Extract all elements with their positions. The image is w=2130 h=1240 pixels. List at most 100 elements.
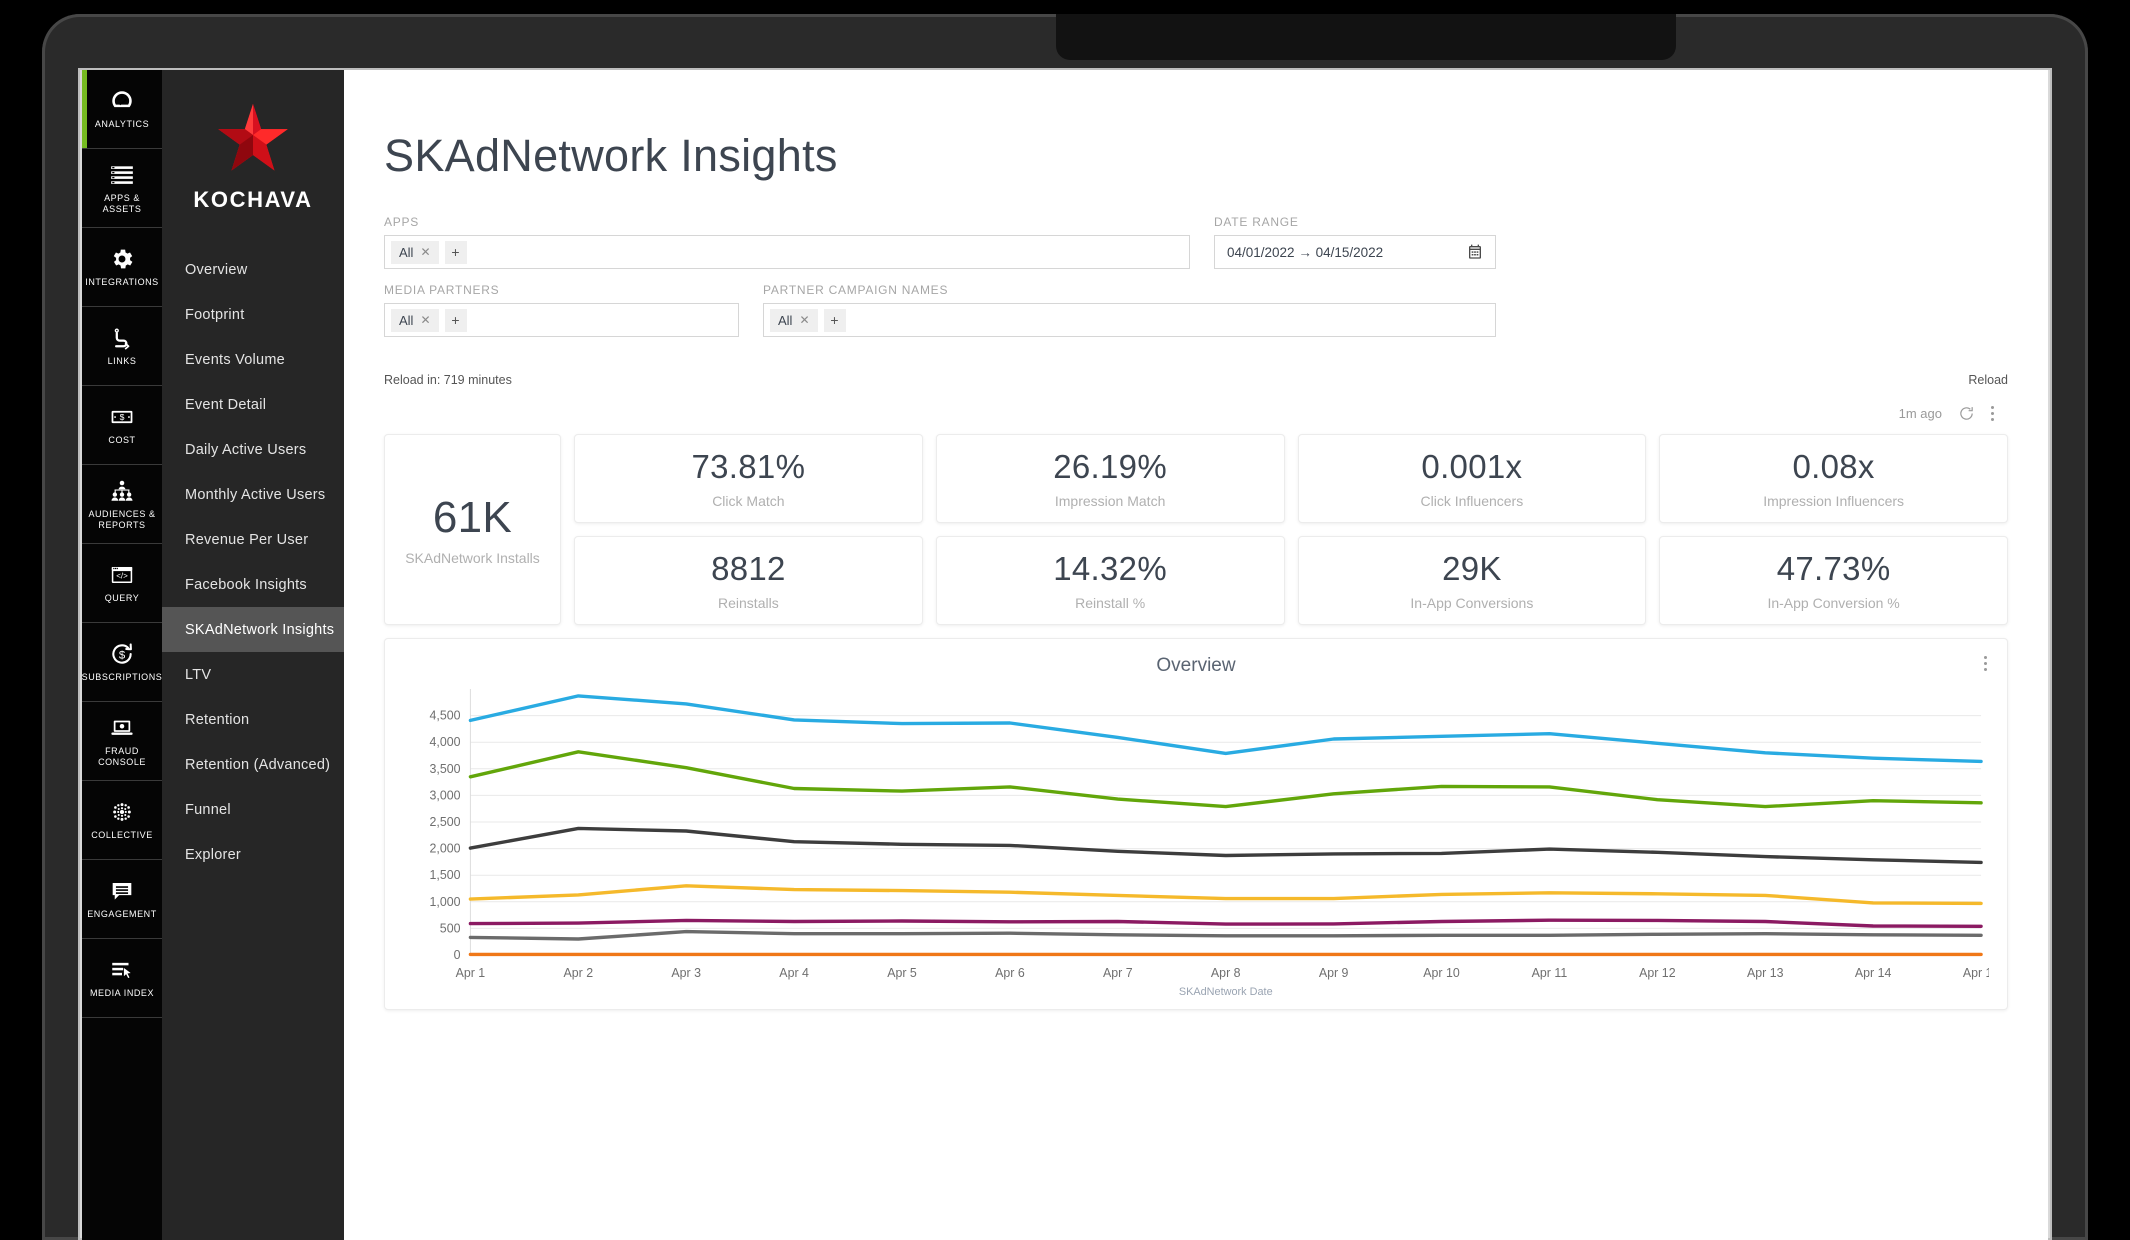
kpi-card[interactable]: 0.001x Click Influencers [1297, 434, 1647, 523]
svg-text:Apr 15: Apr 15 [1963, 966, 1989, 980]
kpi-value: 26.19% [1053, 448, 1167, 485]
media-partners-chip[interactable]: All ✕ [391, 308, 439, 332]
partner-campaign-names-add-button[interactable]: + [823, 308, 846, 332]
kpi-value: 29K [1442, 550, 1502, 587]
rail-item-engagement[interactable]: ENGAGEMENT [82, 860, 162, 939]
nav-item-overview[interactable]: Overview [162, 247, 344, 292]
nav-item-funnel[interactable]: Funnel [162, 787, 344, 832]
refresh-icon[interactable] [1958, 405, 1975, 422]
kpi-card[interactable]: 73.81% Click Match [574, 434, 923, 523]
kpi-card-primary[interactable]: 61K SKAdNetwork Installs [384, 434, 561, 625]
dollar-refresh-icon: $ [109, 641, 135, 667]
close-icon[interactable]: ✕ [799, 313, 809, 327]
kpi-card-grid: 73.81% Click Match 26.19% Impression Match 0… [574, 434, 2008, 625]
nav-item-events-volume[interactable]: Events Volume [162, 337, 344, 382]
chart-menu-icon[interactable] [1984, 656, 1987, 671]
rail-item-subscriptions[interactable]: $ SUBSCRIPTIONS [82, 623, 162, 702]
laptop-icon [109, 715, 135, 741]
close-icon[interactable]: ✕ [420, 313, 430, 327]
date-range-input[interactable]: 04/01/2022 → 04/15/2022 [1214, 235, 1496, 269]
rail-item-fraud-console[interactable]: FRAUD CONSOLE [82, 702, 162, 781]
kpi-value: 0.08x [1792, 448, 1875, 485]
rail-item-label: COLLECTIVE [91, 830, 153, 840]
list-icon [109, 162, 135, 188]
svg-text:500: 500 [440, 921, 461, 935]
nav-item-revenue-per-user[interactable]: Revenue Per User [162, 517, 344, 562]
kpi-card[interactable]: 26.19% Impression Match [935, 434, 1285, 523]
kpi-card[interactable]: 0.08x Impression Influencers [1659, 434, 2008, 523]
rail-item-cost[interactable]: $ COST [82, 386, 162, 465]
nav-item-label: Monthly Active Users [185, 486, 326, 503]
apps-filter-box[interactable]: All ✕ + [384, 235, 1190, 269]
svg-text:Apr 11: Apr 11 [1532, 966, 1568, 980]
svg-text:Apr 6: Apr 6 [995, 966, 1025, 980]
nav-item-retention[interactable]: Retention [162, 697, 344, 742]
rail-item-collective[interactable]: COLLECTIVE [82, 781, 162, 860]
nav-item-skadnetwork-insights[interactable]: SKAdNetwork Insights [162, 607, 344, 652]
rail-item-media-index[interactable]: MEDIA INDEX [82, 939, 162, 1018]
svg-text:Apr 14: Apr 14 [1855, 966, 1892, 980]
calendar-icon[interactable] [1467, 244, 1483, 260]
nav-item-footprint[interactable]: Footprint [162, 292, 344, 337]
kpi-label: In-App Conversion % [1767, 595, 1900, 611]
nav-item-retention-advanced[interactable]: Retention (Advanced) [162, 742, 344, 787]
svg-text:Apr 3: Apr 3 [671, 966, 701, 980]
dashboard-menu-icon[interactable] [1991, 406, 1994, 421]
gear-icon [109, 246, 135, 272]
rail-item-label: ENGAGEMENT [87, 909, 157, 919]
kpi-card[interactable]: 14.32% Reinstall % [935, 536, 1285, 625]
nav-panel: KOCHAVA Overview Footprint Events Volume Ev… [162, 70, 344, 1240]
rail-item-integrations[interactable]: INTEGRATIONS [82, 228, 162, 307]
nav-item-monthly-active-users[interactable]: Monthly Active Users [162, 472, 344, 517]
nav-item-label: Retention (Advanced) [185, 756, 331, 773]
rail-item-audiences-reports[interactable]: AUDIENCES & REPORTS [82, 465, 162, 544]
close-icon[interactable]: ✕ [420, 245, 430, 259]
filter-bar: APPS All ✕ + DATE RANGE 04/01/2022 → 04/… [384, 215, 2008, 351]
partner-campaign-names-box[interactable]: All ✕ + [763, 303, 1496, 337]
svg-text:0: 0 [454, 948, 461, 962]
nav-item-explorer[interactable]: Explorer [162, 832, 344, 877]
main-content: SKAdNetwork Insights APPS All ✕ + DATE R… [344, 70, 2048, 1240]
rail-item-analytics[interactable]: ANALYTICS [82, 70, 162, 149]
kpi-value: 0.001x [1421, 448, 1523, 485]
svg-text:Apr 4: Apr 4 [779, 966, 809, 980]
speedometer-icon [109, 88, 135, 114]
nav-item-daily-active-users[interactable]: Daily Active Users [162, 427, 344, 472]
kpi-card[interactable]: 8812 Reinstalls [574, 536, 923, 625]
nav-item-event-detail[interactable]: Event Detail [162, 382, 344, 427]
apps-filter-chip[interactable]: All ✕ [391, 240, 439, 264]
kpi-card[interactable]: 47.73% In-App Conversion % [1659, 536, 2008, 625]
kpi-label: Click Match [712, 493, 785, 509]
brand-block: KOCHAVA [162, 70, 344, 239]
reload-row: Reload in: 719 minutes Reload [384, 373, 2008, 387]
kpi-card[interactable]: 29K In-App Conversions [1297, 536, 1647, 625]
kpi-value: 47.73% [1776, 550, 1891, 587]
reload-button[interactable]: Reload [1968, 373, 2008, 387]
partner-campaign-names-chip[interactable]: All ✕ [770, 308, 818, 332]
svg-text:2,500: 2,500 [430, 815, 461, 829]
media-partners-chip-label: All [399, 312, 414, 328]
page-title: SKAdNetwork Insights [384, 130, 838, 181]
nav-item-facebook-insights[interactable]: Facebook Insights [162, 562, 344, 607]
laptop-notch [1056, 14, 1676, 60]
rail-item-query[interactable]: </> QUERY [82, 544, 162, 623]
media-partners-box[interactable]: All ✕ + [384, 303, 739, 337]
nav-item-label: Events Volume [185, 351, 285, 368]
apps-filter: APPS All ✕ + [384, 215, 1190, 269]
kpi-value: 73.81% [691, 448, 806, 485]
chart-plot-area[interactable]: 0 500 1,000 1,500 2,000 2,500 3,000 3,500 4,000 4… [403, 679, 1989, 997]
nav-item-label: Funnel [185, 801, 231, 818]
apps-filter-add-button[interactable]: + [444, 240, 467, 264]
kpi-value: 8812 [711, 550, 786, 587]
svg-text:Apr 10: Apr 10 [1423, 966, 1460, 980]
rail-item-label: MEDIA INDEX [89, 988, 155, 998]
rail-item-apps-assets[interactable]: APPS & ASSETS [82, 149, 162, 228]
rail-item-label: COST [108, 435, 136, 445]
icon-rail: ANALYTICS APPS & ASSETS INTEGRATIONS LINKS $… [82, 70, 162, 1240]
nav-item-label: LTV [185, 666, 212, 683]
media-partners-add-button[interactable]: + [444, 308, 467, 332]
svg-text:Apr 1: Apr 1 [456, 966, 486, 980]
rail-item-links[interactable]: LINKS [82, 307, 162, 386]
nav-item-ltv[interactable]: LTV [162, 652, 344, 697]
reload-countdown: Reload in: 719 minutes [384, 373, 512, 387]
